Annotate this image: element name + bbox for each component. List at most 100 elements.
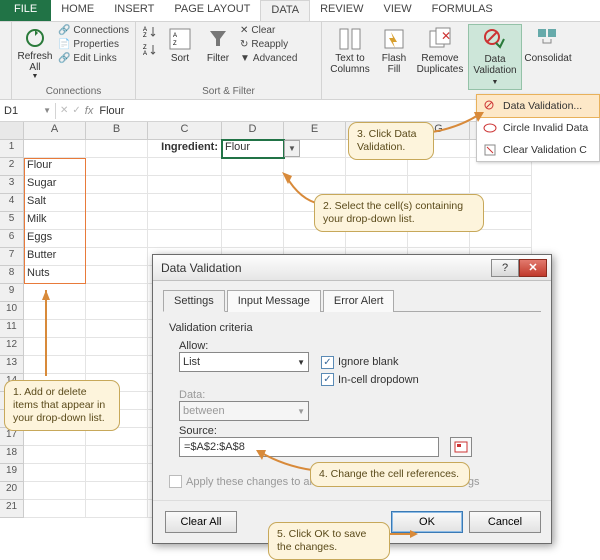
cell-B12[interactable] (86, 338, 148, 356)
cell-B18[interactable] (86, 446, 148, 464)
remove-duplicates-button[interactable]: ✕ Remove Duplicates (414, 24, 466, 90)
tab-home[interactable]: HOME (51, 0, 104, 21)
file-tab[interactable]: FILE (0, 0, 51, 21)
col-A[interactable]: A (24, 122, 86, 139)
edit-links-button[interactable]: 🔗Edit Links (56, 52, 131, 65)
tab-view[interactable]: VIEW (374, 0, 422, 21)
row-19[interactable]: 19 (0, 464, 24, 482)
consolidate-button[interactable]: Consolidat (524, 24, 572, 90)
cell-G3[interactable] (408, 176, 470, 194)
row-8[interactable]: 8 (0, 266, 24, 284)
cell-B11[interactable] (86, 320, 148, 338)
cell-D1[interactable]: Flour▼ (222, 140, 284, 158)
dialog-tab-input-message[interactable]: Input Message (227, 290, 321, 312)
incell-dropdown-checkbox[interactable]: ✓In-cell dropdown (321, 373, 419, 386)
dialog-tab-settings[interactable]: Settings (163, 290, 225, 312)
menu-clear-validation[interactable]: Clear Validation C (477, 139, 599, 161)
cell-B4[interactable] (86, 194, 148, 212)
allow-select[interactable]: List▼ (179, 352, 309, 372)
refresh-all-button[interactable]: Refresh All ▼ (16, 24, 54, 82)
fx-icon[interactable]: fx (85, 105, 94, 117)
row-4[interactable]: 4 (0, 194, 24, 212)
range-picker-button[interactable] (450, 437, 472, 457)
cell-A18[interactable] (24, 446, 86, 464)
cell-B2[interactable] (86, 158, 148, 176)
row-5[interactable]: 5 (0, 212, 24, 230)
cell-C2[interactable] (148, 158, 222, 176)
row-11[interactable]: 11 (0, 320, 24, 338)
properties-button[interactable]: 📄Properties (56, 38, 131, 51)
cell-A21[interactable] (24, 500, 86, 518)
row-18[interactable]: 18 (0, 446, 24, 464)
cell-A2[interactable]: Flour (24, 158, 86, 176)
col-C[interactable]: C (148, 122, 222, 139)
cell-B10[interactable] (86, 302, 148, 320)
flash-fill-button[interactable]: Flash Fill (376, 24, 412, 90)
row-21[interactable]: 21 (0, 500, 24, 518)
col-B[interactable]: B (86, 122, 148, 139)
tab-review[interactable]: REVIEW (310, 0, 373, 21)
cell-A7[interactable]: Butter (24, 248, 86, 266)
cell-D5[interactable] (222, 212, 284, 230)
tab-insert[interactable]: INSERT (104, 0, 164, 21)
cell-D2[interactable] (222, 158, 284, 176)
cell-B13[interactable] (86, 356, 148, 374)
sort-az-button[interactable]: AZ (140, 24, 160, 40)
cell-B21[interactable] (86, 500, 148, 518)
clear-filter-button[interactable]: ✕Clear (238, 24, 299, 37)
cell-H3[interactable] (470, 176, 532, 194)
cell-B1[interactable] (86, 140, 148, 158)
connections-button[interactable]: 🔗Connections (56, 24, 131, 37)
row-10[interactable]: 10 (0, 302, 24, 320)
row-2[interactable]: 2 (0, 158, 24, 176)
tab-data[interactable]: DATA (260, 0, 310, 21)
row-12[interactable]: 12 (0, 338, 24, 356)
col-E[interactable]: E (284, 122, 346, 139)
tab-page-layout[interactable]: PAGE LAYOUT (164, 0, 260, 21)
cell-B9[interactable] (86, 284, 148, 302)
cell-A8[interactable]: Nuts (24, 266, 86, 284)
ignore-blank-checkbox[interactable]: ✓Ignore blank (321, 356, 399, 369)
cell-A4[interactable]: Salt (24, 194, 86, 212)
advanced-button[interactable]: ▼Advanced (238, 52, 299, 65)
cell-A20[interactable] (24, 482, 86, 500)
cell-B6[interactable] (86, 230, 148, 248)
cell-F6[interactable] (346, 230, 408, 248)
row-20[interactable]: 20 (0, 482, 24, 500)
cell-B8[interactable] (86, 266, 148, 284)
cancel-button[interactable]: Cancel (469, 511, 541, 533)
dialog-close-button[interactable]: ✕ (519, 259, 547, 277)
cell-D4[interactable] (222, 194, 284, 212)
clear-all-button[interactable]: Clear All (165, 511, 237, 533)
row-1[interactable]: 1 (0, 140, 24, 158)
cell-B3[interactable] (86, 176, 148, 194)
cell-B20[interactable] (86, 482, 148, 500)
cell-C1[interactable]: Ingredient: (148, 140, 222, 158)
row-9[interactable]: 9 (0, 284, 24, 302)
cell-B5[interactable] (86, 212, 148, 230)
cell-F3[interactable] (346, 176, 408, 194)
tab-formulas[interactable]: FORMULAS (422, 0, 503, 21)
dropdown-button[interactable]: ▼ (284, 140, 300, 157)
cell-A1[interactable] (24, 140, 86, 158)
row-13[interactable]: 13 (0, 356, 24, 374)
cell-A19[interactable] (24, 464, 86, 482)
cell-C4[interactable] (148, 194, 222, 212)
menu-data-validation[interactable]: Data Validation... (476, 94, 600, 118)
cell-G2[interactable] (408, 158, 470, 176)
cell-E6[interactable] (284, 230, 346, 248)
cell-H6[interactable] (470, 230, 532, 248)
reapply-button[interactable]: ↻Reapply (238, 38, 299, 51)
dialog-tab-error-alert[interactable]: Error Alert (323, 290, 395, 312)
dialog-titlebar[interactable]: Data Validation ? ✕ (153, 255, 551, 281)
col-D[interactable]: D (222, 122, 284, 139)
cell-B7[interactable] (86, 248, 148, 266)
row-6[interactable]: 6 (0, 230, 24, 248)
dialog-help-button[interactable]: ? (491, 259, 519, 277)
cell-D3[interactable] (222, 176, 284, 194)
sort-button[interactable]: AZ Sort (162, 24, 198, 66)
name-box[interactable]: D1▼ (0, 103, 56, 119)
data-validation-button[interactable]: Data Validation ▼ (468, 24, 522, 90)
cell-C3[interactable] (148, 176, 222, 194)
cell-A3[interactable]: Sugar (24, 176, 86, 194)
